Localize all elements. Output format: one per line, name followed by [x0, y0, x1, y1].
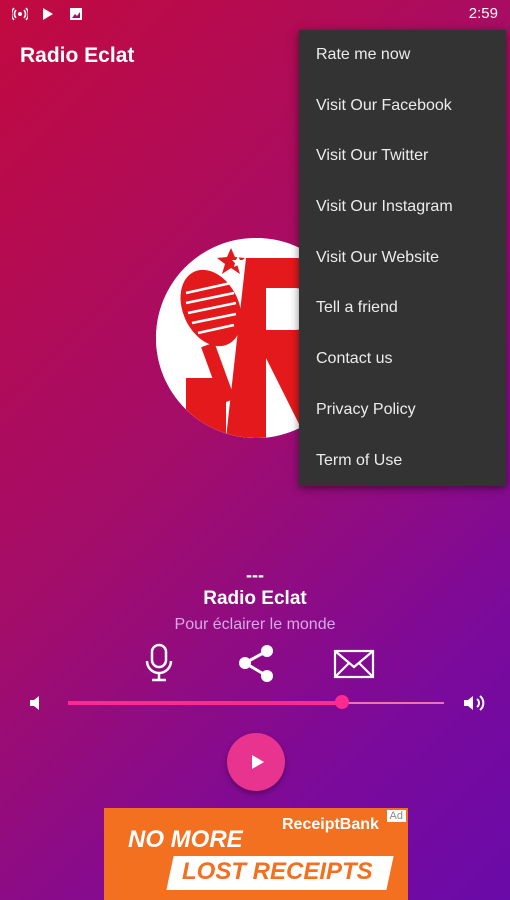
menu-item-twitter[interactable]: Visit Our Twitter	[299, 131, 506, 182]
menu-item-instagram[interactable]: Visit Our Instagram	[299, 182, 506, 233]
play-icon	[252, 755, 264, 769]
volume-low-icon[interactable]	[26, 693, 46, 713]
share-icon	[239, 645, 273, 682]
station-name: Radio Eclat	[203, 588, 307, 609]
ad-badge[interactable]: Ad	[386, 810, 406, 822]
volume-high-icon[interactable]	[462, 693, 488, 713]
menu-item-facebook[interactable]: Visit Our Facebook	[299, 81, 506, 132]
overflow-menu: Rate me now Visit Our Facebook Visit Our…	[299, 30, 506, 486]
radio-signal-icon	[11, 6, 29, 22]
menu-item-privacy[interactable]: Privacy Policy	[299, 385, 506, 436]
ad-brand: ReceiptBank	[282, 816, 379, 833]
ad-headline: NO MORE	[128, 826, 243, 853]
status-bar: 2:59	[0, 0, 510, 28]
menu-item-terms[interactable]: Term of Use	[299, 436, 506, 487]
status-time: 2:59	[468, 5, 498, 22]
ad-subheadline: LOST RECEIPTS	[182, 858, 373, 885]
play-button[interactable]	[227, 733, 285, 791]
microphone-icon	[145, 643, 173, 682]
image-icon	[68, 6, 84, 22]
track-title: ---	[246, 565, 264, 585]
menu-item-rate[interactable]: Rate me now	[299, 30, 506, 81]
volume-control	[0, 690, 510, 716]
ad-banner[interactable]: NO MORE LOST RECEIPTS ReceiptBank Ad	[104, 808, 408, 900]
share-button[interactable]	[235, 643, 279, 683]
volume-track-fill	[68, 701, 342, 705]
station-slogan: Pour éclairer le monde	[174, 616, 336, 633]
mail-icon	[333, 649, 375, 679]
menu-item-tell-friend[interactable]: Tell a friend	[299, 283, 506, 334]
play-store-icon	[40, 6, 56, 22]
microphone-button[interactable]	[137, 643, 181, 683]
menu-item-website[interactable]: Visit Our Website	[299, 233, 506, 284]
menu-item-contact[interactable]: Contact us	[299, 334, 506, 385]
page-title: Radio Eclat	[20, 44, 135, 67]
mail-button[interactable]	[332, 643, 376, 683]
volume-slider-thumb[interactable]	[335, 695, 349, 709]
